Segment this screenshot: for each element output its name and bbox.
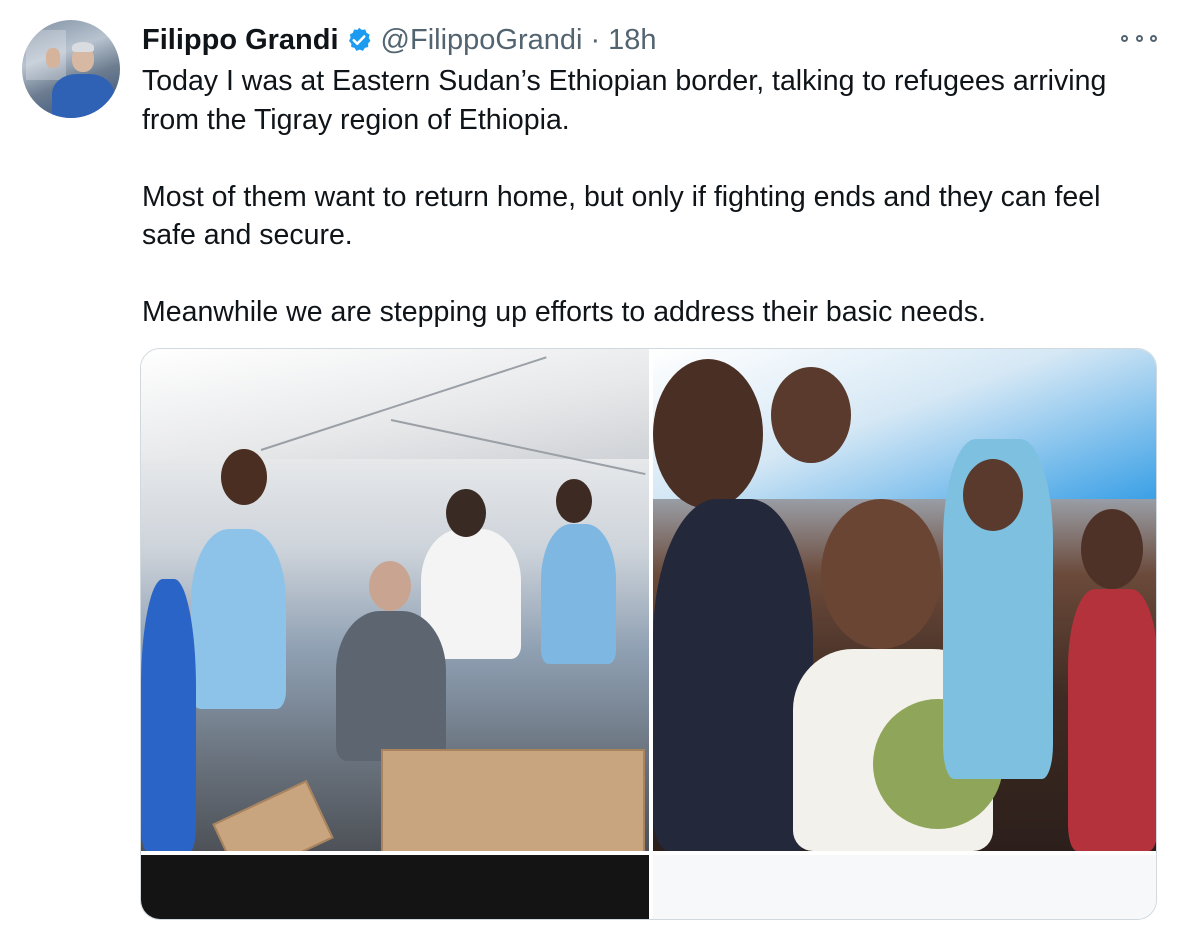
person-head [556, 479, 592, 523]
child-face-left [653, 359, 763, 509]
woman-face [963, 459, 1023, 531]
tweet-paragraph: Today I was at Eastern Sudan’s Ethiopian… [142, 65, 1107, 136]
tweet-timestamp[interactable]: 18h [608, 24, 656, 57]
person-blue-vest [541, 524, 616, 664]
person-head [221, 449, 267, 505]
girl-face-center [821, 499, 941, 649]
cardboard-flap [212, 780, 334, 851]
author-handle[interactable]: @FilippoGrandi [381, 24, 583, 57]
avatar-vest [52, 74, 114, 118]
avatar-hair [72, 42, 94, 52]
more-dot [1150, 34, 1157, 42]
photo-dark[interactable] [141, 855, 649, 919]
author-avatar[interactable] [22, 20, 120, 118]
media-grid [140, 348, 1157, 920]
more-options-icon[interactable] [1121, 28, 1157, 48]
person-head [446, 489, 486, 537]
tweet[interactable]: Filippo Grandi @FilippoGrandi · 18h Toda… [0, 0, 1179, 935]
person-blue-vest [191, 529, 286, 709]
toddler-face [771, 367, 851, 463]
more-dot [1135, 34, 1143, 42]
person-seated-vest [336, 611, 446, 761]
tweet-header: Filippo Grandi @FilippoGrandi · 18h [142, 18, 657, 62]
photo-tent-meeting[interactable] [141, 349, 649, 851]
avatar-waving-hand [46, 48, 60, 68]
person-foreground [141, 579, 196, 851]
tweet-text: Today I was at Eastern Sudan’s Ethiopian… [142, 62, 1152, 332]
person-head [369, 561, 411, 611]
separator-dot: · [590, 23, 601, 56]
cardboard-box [381, 749, 645, 851]
photo-light[interactable] [653, 855, 1156, 919]
more-dot [1121, 34, 1128, 42]
photo-children-smiling[interactable] [653, 349, 1156, 851]
child-dark-shirt [653, 499, 813, 851]
verified-badge-icon [345, 26, 373, 54]
author-name[interactable]: Filippo Grandi [142, 24, 339, 57]
tweet-paragraph: Meanwhile we are stepping up efforts to … [142, 296, 986, 328]
tent-roof [141, 349, 649, 459]
tweet-paragraph: Most of them want to return home, but on… [142, 180, 1101, 252]
girl-face-right [1081, 509, 1143, 589]
girl-red-dress [1068, 589, 1156, 851]
